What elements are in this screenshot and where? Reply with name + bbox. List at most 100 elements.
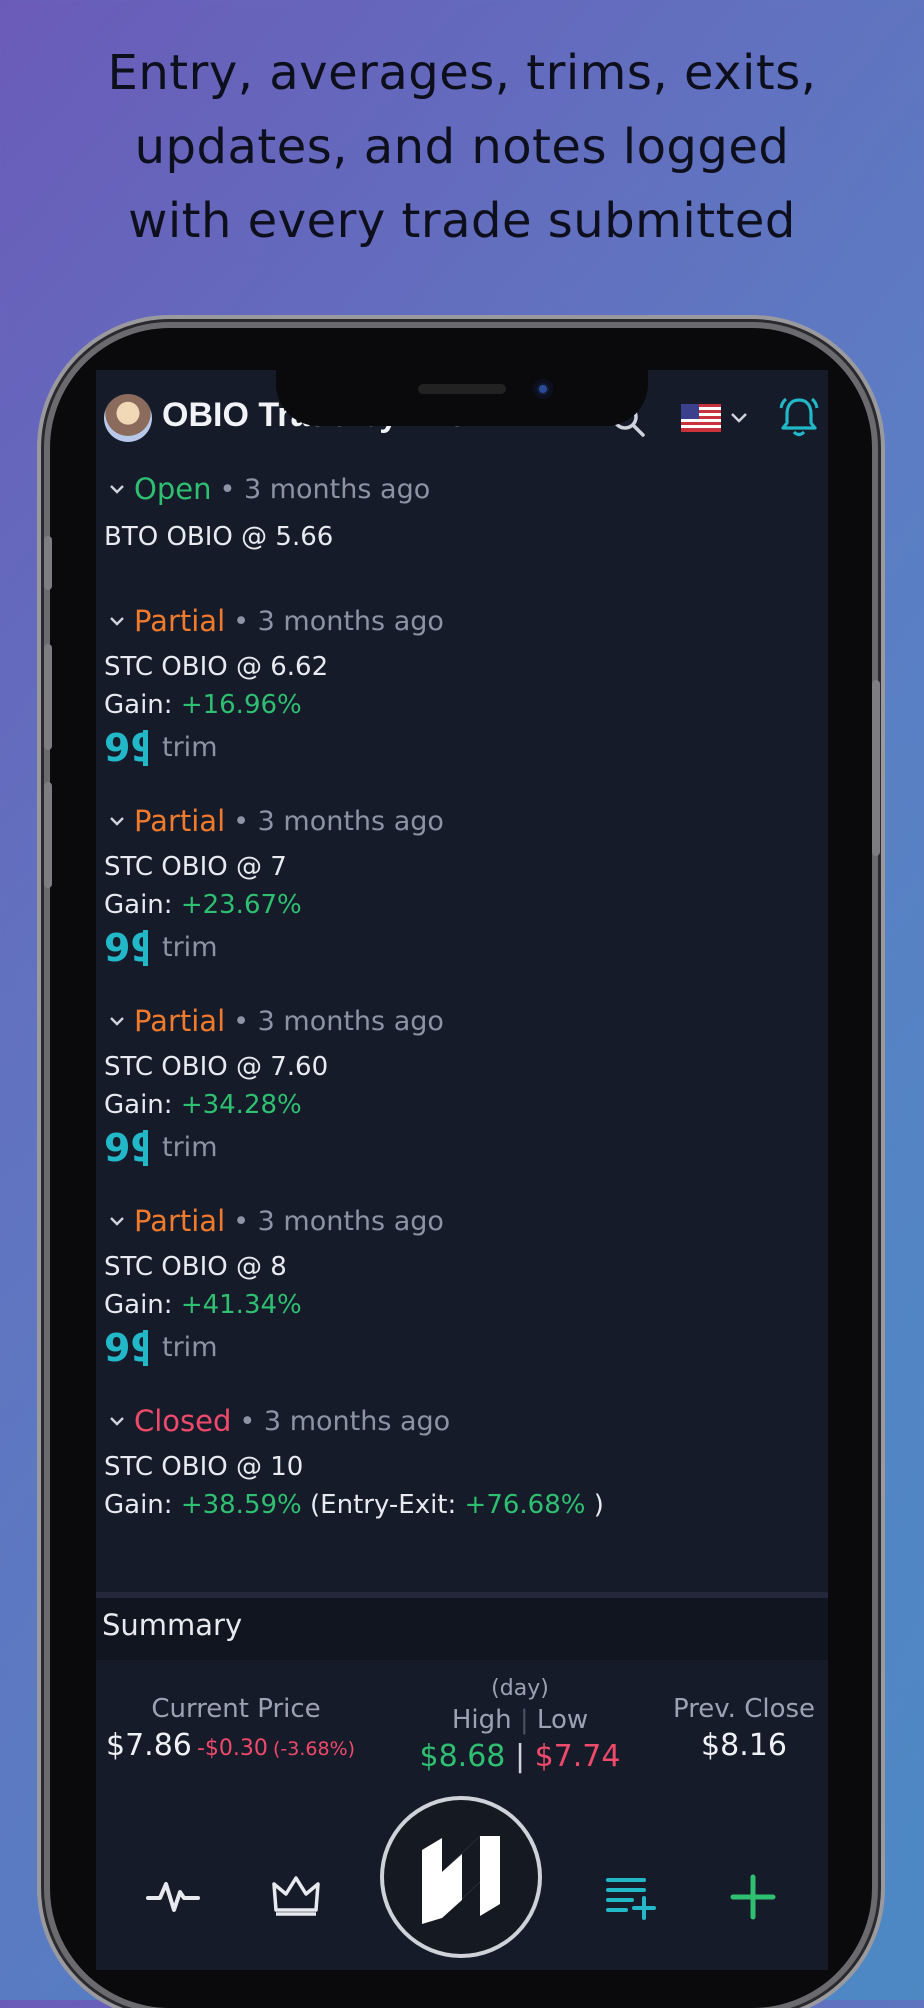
- phone-notch: [276, 370, 648, 426]
- day-label: (day): [491, 1676, 549, 1701]
- summary-title: Summary: [102, 1608, 243, 1642]
- gain-label: Gain:: [104, 690, 173, 720]
- gain-value: +23.67%: [180, 890, 302, 920]
- trade-action: STC OBIO @ 8: [104, 1252, 287, 1282]
- entry-header[interactable]: Partial • 3 months ago: [104, 1198, 824, 1244]
- chevron-down-icon[interactable]: [106, 1010, 128, 1032]
- status-label: Partial: [134, 604, 226, 638]
- timestamp: • 3 months ago: [219, 473, 431, 505]
- current-price-label: Current Price: [151, 1694, 321, 1724]
- note-row: 99 trim: [104, 1324, 824, 1370]
- entry-header[interactable]: Partial • 3 months ago: [104, 598, 824, 644]
- current-price-block: Current Price $7.86 -$0.30 (-3.68%): [106, 1694, 366, 1763]
- trade-log-feed: Open • 3 months ago BTO OBIO @ 5.66 Part…: [104, 466, 824, 1524]
- current-price-row: $7.86 -$0.30 (-3.68%): [106, 1728, 366, 1763]
- gain-label: Gain:: [104, 1290, 173, 1320]
- list-item: Partial • 3 months ago STC OBIO @ 6.62 G…: [104, 598, 824, 770]
- activity-icon[interactable]: [146, 1874, 200, 1918]
- gain-line: Gain: +38.59% (Entry-Exit: +76.68% ): [104, 1486, 824, 1524]
- promo-headline: Entry, averages, trims, exits, updates, …: [0, 36, 924, 258]
- day-high: $8.68: [419, 1739, 506, 1774]
- chevron-down-icon[interactable]: [106, 810, 128, 832]
- trade-action: BTO OBIO @ 5.66: [104, 522, 334, 552]
- timestamp: • 3 months ago: [233, 1005, 444, 1037]
- mute-switch: [44, 536, 52, 590]
- timestamp: • 3 months ago: [233, 605, 444, 637]
- entry-exit-label: (Entry-Exit:: [310, 1490, 457, 1520]
- gain-value: +38.59%: [180, 1490, 302, 1520]
- add-list-icon[interactable]: [604, 1872, 658, 1920]
- quote-icon: 99: [104, 1327, 148, 1367]
- status-label: Partial: [134, 804, 226, 838]
- svg-text:99: 99: [104, 1327, 148, 1367]
- trade-action: STC OBIO @ 7.60: [104, 1052, 329, 1082]
- high-low-labels: High | Low: [410, 1705, 630, 1735]
- headline-line-1: Entry, averages, trims, exits,: [107, 45, 817, 101]
- logo-icon: [422, 1836, 500, 1924]
- trade-action: STC OBIO @ 7: [104, 852, 287, 882]
- note-text: trim: [162, 931, 218, 963]
- gain-label: Gain:: [104, 1090, 173, 1120]
- timestamp: • 3 months ago: [233, 1205, 444, 1237]
- camera-dot: [539, 385, 547, 393]
- entry-header[interactable]: Partial • 3 months ago: [104, 998, 824, 1044]
- entry-header[interactable]: Open • 3 months ago: [104, 466, 824, 512]
- gain-line: Gain: +16.96%: [104, 686, 824, 724]
- high-low-values: $8.68 | $7.74: [410, 1739, 630, 1774]
- note-row: 99 trim: [104, 924, 824, 970]
- list-item: Partial • 3 months ago STC OBIO @ 8 Gain…: [104, 1198, 824, 1370]
- prev-close-value: $8.16: [701, 1728, 787, 1763]
- avatar[interactable]: [104, 394, 152, 442]
- chevron-down-icon[interactable]: [106, 478, 128, 500]
- svg-text:99: 99: [104, 727, 148, 767]
- gain-line: Gain: +23.67%: [104, 886, 824, 924]
- gain-line: Gain: +34.28%: [104, 1086, 824, 1124]
- volume-up-button: [44, 644, 52, 750]
- note-text: trim: [162, 1331, 218, 1363]
- us-flag-icon[interactable]: [681, 404, 721, 432]
- chevron-down-icon[interactable]: [106, 1210, 128, 1232]
- chevron-down-icon[interactable]: [106, 1410, 128, 1432]
- chevron-down-icon[interactable]: [106, 610, 128, 632]
- crown-icon[interactable]: [270, 1872, 322, 1918]
- prev-close-block: Prev. Close $8.16: [668, 1694, 820, 1763]
- power-button: [872, 680, 880, 856]
- timestamp: • 3 months ago: [239, 1405, 451, 1437]
- gain-label: Gain:: [104, 890, 173, 920]
- low-label: Low: [536, 1705, 589, 1735]
- entry-header[interactable]: Partial • 3 months ago: [104, 798, 824, 844]
- bell-icon[interactable]: [776, 394, 822, 440]
- day-low: $7.74: [534, 1739, 621, 1774]
- note-text: trim: [162, 1131, 218, 1163]
- entry-exit-gain: +76.68%: [464, 1490, 586, 1520]
- price-change-pct: (-3.68%): [273, 1738, 356, 1760]
- gain-value: +16.96%: [180, 690, 302, 720]
- separator: |: [514, 1739, 526, 1774]
- speaker-grille: [418, 384, 506, 394]
- status-label: Partial: [134, 1004, 226, 1038]
- quote-icon: 99: [104, 727, 148, 767]
- headline-line-3: with every trade submitted: [128, 193, 796, 249]
- gain-value: +41.34%: [180, 1290, 302, 1320]
- chevron-down-icon[interactable]: [728, 406, 750, 428]
- entry-exit-close: ): [593, 1490, 604, 1520]
- day-range-block: (day) High | Low $8.68 | $7.74: [410, 1676, 630, 1774]
- list-item: Partial • 3 months ago STC OBIO @ 7.60 G…: [104, 998, 824, 1170]
- note-row: 99 trim: [104, 1124, 824, 1170]
- trade-action: STC OBIO @ 10: [104, 1452, 304, 1482]
- quote-icon: 99: [104, 927, 148, 967]
- headline-line-2: updates, and notes logged: [134, 119, 790, 175]
- entry-header[interactable]: Closed • 3 months ago: [104, 1398, 824, 1444]
- note-text: trim: [162, 731, 218, 763]
- note-row: 99 trim: [104, 724, 824, 770]
- list-item: Open • 3 months ago BTO OBIO @ 5.66: [104, 466, 824, 556]
- gain-label: Gain:: [104, 1490, 173, 1520]
- gain-line: Gain: +41.34%: [104, 1286, 824, 1324]
- status-label: Partial: [134, 1204, 226, 1238]
- plus-icon[interactable]: [730, 1874, 776, 1920]
- current-price: $7.86: [106, 1728, 192, 1763]
- prev-close-label: Prev. Close: [672, 1694, 816, 1724]
- gain-value: +34.28%: [180, 1090, 302, 1120]
- list-item: Closed • 3 months ago STC OBIO @ 10 Gain…: [104, 1398, 824, 1524]
- high-label: High: [451, 1705, 512, 1735]
